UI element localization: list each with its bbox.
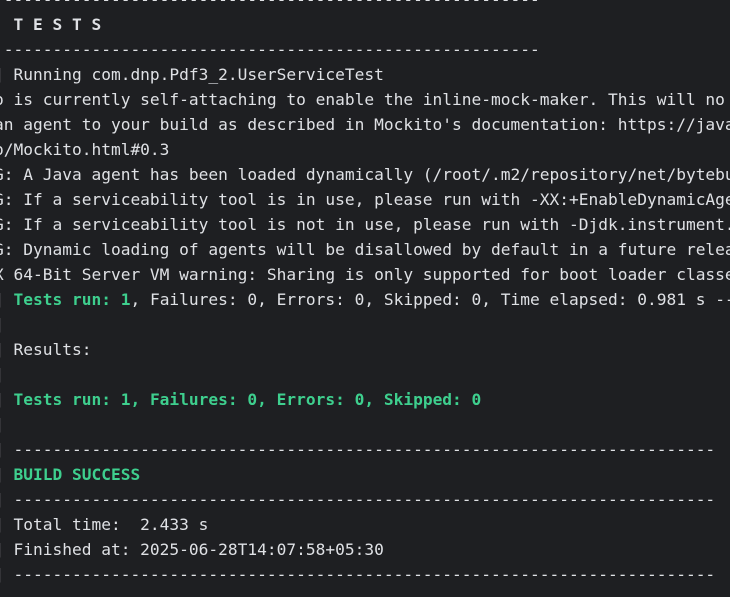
terminal-line: ] [0,362,724,387]
log-text: X 64-Bit Server VM warning: Sharing is o… [0,265,730,284]
terminal-line: ] [0,312,724,337]
log-text: o/Mockito.html#0.3 [0,140,170,159]
log-text: o is currently self-attaching to enable … [0,90,725,109]
log-text: ] [0,390,14,409]
log-text: G: A Java agent has been loaded dynamica… [0,165,730,184]
log-text: G: If a serviceability tool is in use, p… [0,190,730,209]
terminal-line: G: Dynamic loading of agents will be dis… [0,237,730,262]
terminal-line: ] Total time: 2.433 s [0,512,724,537]
terminal-line: o is currently self-attaching to enable … [0,87,725,112]
log-text: ] --------------------------------------… [0,440,716,459]
terminal-line: ] Tests run: 1, Failures: 0, Errors: 0, … [0,387,724,412]
success-text: BUILD SUCCESS [13,465,141,484]
log-text: ] Running com.dnp.Pdf3_2.UserServiceTest [0,65,384,84]
log-text: ] [0,365,4,384]
terminal-line: ] Results: [0,337,724,362]
log-text: G: Dynamic loading of agents will be dis… [0,240,730,259]
terminal-line: ----------------------------------------… [0,37,724,62]
terminal-line: ----------------------------------------… [0,0,724,12]
log-text: ] [0,415,4,434]
success-text: Tests run: 1, Failures: 0, Errors: 0, Sk… [13,390,482,409]
log-text: ----------------------------------------… [0,0,540,9]
terminal-line: X 64-Bit Server VM warning: Sharing is o… [0,262,730,287]
terminal-line: G: A Java agent has been loaded dynamica… [0,162,730,187]
terminal-line: o/Mockito.html#0.3 [0,137,724,162]
log-text: ----------------------------------------… [0,40,540,59]
log-text: ] Finished at: 2025-06-28T14:07:58+05:30 [0,540,384,559]
terminal-line: ] [0,412,724,437]
log-text: G: If a serviceability tool is not in us… [0,215,730,234]
terminal-output[interactable]: ----------------------------------------… [0,0,730,597]
terminal-line: an agent to your build as described in M… [0,112,730,137]
terminal-line: ] Running com.dnp.Pdf3_2.UserServiceTest [0,62,724,87]
terminal-line: ] --------------------------------------… [0,437,724,462]
log-text: T E S T S [0,15,102,34]
terminal-line: ] --------------------------------------… [0,562,724,587]
terminal-line: G: If a serviceability tool is in use, p… [0,187,730,212]
terminal-line: ] Tests run: 1, Failures: 0, Errors: 0, … [0,287,730,312]
log-text: ] [0,290,14,309]
terminal-line: T E S T S [0,12,724,37]
log-text: ] [0,465,14,484]
log-text: an agent to your build as described in M… [0,115,730,134]
terminal-line: ] Finished at: 2025-06-28T14:07:58+05:30 [0,537,724,562]
terminal-line: ] BUILD SUCCESS [0,462,724,487]
log-text: ] Total time: 2.433 s [0,515,209,534]
log-text: ] [0,315,4,334]
terminal-line: ] --------------------------------------… [0,487,724,512]
log-text: ] --------------------------------------… [0,490,716,509]
log-text: ] --------------------------------------… [0,565,716,584]
log-text: ] Results: [0,340,92,359]
success-text: Tests run: 1 [13,290,131,309]
terminal-line: G: If a serviceability tool is not in us… [0,212,730,237]
log-text: , Failures: 0, Errors: 0, Skipped: 0, Ti… [130,290,730,309]
